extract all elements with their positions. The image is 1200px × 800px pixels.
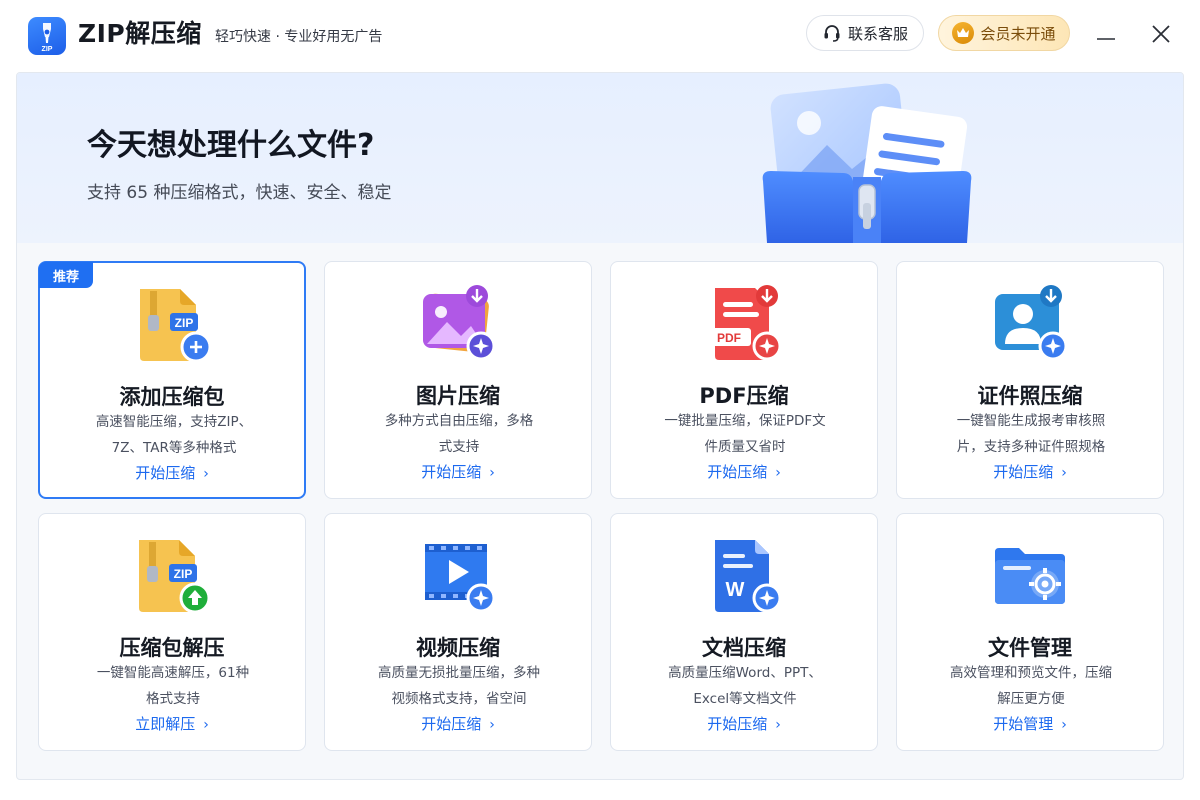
minimize-button[interactable] <box>1094 22 1118 46</box>
title-bar: ZIP ZIP解压缩 轻巧快速 · 专业好用无广告 联系客服 会员未开通 <box>0 0 1200 72</box>
card-title: 压缩包解压 <box>119 636 225 660</box>
welcome-banner: 今天想处理什么文件? 支持 65 种压缩格式，快速、安全、稳定 <box>17 73 1183 243</box>
card-description-line: 高速智能压缩，支持ZIP、 <box>95 414 253 430</box>
chevron-right-icon: › <box>775 717 781 733</box>
folder-settings-icon <box>995 548 1065 604</box>
card-id-photo-compress[interactable]: 证件照压缩 一键智能生成报考审核照 片，支持多种证件照规格 开始压缩 › <box>896 261 1164 499</box>
main-content: 今天想处理什么文件? 支持 65 种压缩格式，快速、安全、稳定 推荐 ZIP 添… <box>16 72 1184 780</box>
start-compress-link[interactable]: 开始压缩 › <box>611 713 877 736</box>
card-link-label: 开始压缩 <box>421 715 482 733</box>
close-button[interactable] <box>1149 22 1173 46</box>
close-icon <box>1152 25 1170 43</box>
word-label: W <box>726 579 745 601</box>
app-logo-icon: ZIP <box>28 17 66 55</box>
card-link-label: 开始压缩 <box>707 715 768 733</box>
card-description-line: 片，支持多种证件照规格 <box>956 439 1106 455</box>
chevron-right-icon: › <box>203 717 209 733</box>
word-compress-icon: W <box>715 540 782 613</box>
card-description-line: 一键智能生成报考审核照 <box>956 413 1106 429</box>
card-link-label: 开始压缩 <box>993 463 1054 481</box>
card-link-label: 开始压缩 <box>707 463 768 481</box>
feature-grid: 推荐 ZIP 添加压缩包 高速智能压缩，支持ZIP、 7Z、TAR等多种格式 开… <box>38 261 1164 751</box>
zip-label: ZIP <box>175 316 194 330</box>
card-link-label: 开始压缩 <box>421 463 482 481</box>
card-pdf-compress[interactable]: PDF PDF压缩 一键批量压缩，保证PDF文 件质量又省时 开始压缩 › <box>610 261 878 499</box>
chevron-right-icon: › <box>775 465 781 481</box>
id-photo-icon <box>995 285 1068 361</box>
card-description: 高速智能压缩，支持ZIP、 7Z、TAR等多种格式 <box>84 409 264 461</box>
card-add-archive[interactable]: 推荐 ZIP 添加压缩包 高速智能压缩，支持ZIP、 7Z、TAR等多种格式 开… <box>38 261 306 499</box>
card-file-manager[interactable]: 文件管理 高效管理和预览文件，压缩 解压更方便 开始管理 › <box>896 513 1164 751</box>
app-name: ZIP解压缩 <box>78 19 202 48</box>
chevron-right-icon: › <box>1061 465 1067 481</box>
card-document-compress[interactable]: W 文档压缩 高质量压缩Word、PPT、 Excel等文档文件 开始压缩 › <box>610 513 878 751</box>
pdf-compress-icon: PDF <box>707 285 782 361</box>
video-compress-icon <box>425 544 496 613</box>
vip-membership-button[interactable]: 会员未开通 <box>938 15 1070 51</box>
card-description-line: 格式支持 <box>146 691 200 707</box>
card-link-label: 开始管理 <box>993 715 1054 733</box>
contact-support-label: 联系客服 <box>847 24 908 43</box>
card-description: 一键智能高速解压，61种 格式支持 <box>83 660 263 712</box>
vip-status-label: 会员未开通 <box>980 24 1056 43</box>
card-title: 证件照压缩 <box>977 384 1083 408</box>
card-title: 图片压缩 <box>416 384 500 408</box>
app-slogan: 轻巧快速 · 专业好用无广告 <box>215 29 383 45</box>
chevron-right-icon: › <box>203 466 209 482</box>
chevron-right-icon: › <box>489 717 495 733</box>
image-compress-icon <box>423 285 496 361</box>
card-description-line: 解压更方便 <box>997 691 1065 707</box>
banner-subtitle: 支持 65 种压缩格式，快速、安全、稳定 <box>87 183 392 203</box>
app-logo-text: ZIP <box>42 46 53 53</box>
card-description-line: Excel等文档文件 <box>693 691 797 707</box>
card-description: 高质量压缩Word、PPT、 Excel等文档文件 <box>655 660 835 712</box>
card-description: 一键批量压缩，保证PDF文 件质量又省时 <box>655 408 835 460</box>
zip-extract-icon: ZIP <box>139 540 211 614</box>
card-link-label: 开始压缩 <box>135 464 196 482</box>
card-description: 多种方式自由压缩，多格 式支持 <box>369 408 549 460</box>
banner-title: 今天想处理什么文件? <box>87 128 375 163</box>
card-video-compress[interactable]: 视频压缩 高质量无损批量压缩，多种 视频格式支持，省空间 开始压缩 › <box>324 513 592 751</box>
card-description-line: 7Z、TAR等多种格式 <box>111 440 237 456</box>
chevron-right-icon: › <box>1061 717 1067 733</box>
crown-icon <box>952 22 975 44</box>
card-title: 文档压缩 <box>702 636 786 660</box>
card-title: PDF压缩 <box>699 384 789 408</box>
card-description-line: 一键批量压缩，保证PDF文 <box>664 413 826 429</box>
card-description-line: 件质量又省时 <box>704 439 786 455</box>
card-description-line: 高效管理和预览文件，压缩 <box>950 665 1112 681</box>
start-compress-link[interactable]: 开始压缩 › <box>611 461 877 484</box>
start-compress-link[interactable]: 开始压缩 › <box>897 461 1163 484</box>
start-compress-link[interactable]: 开始压缩 › <box>325 461 591 484</box>
card-title: 视频压缩 <box>416 636 500 660</box>
card-description-line: 视频格式支持，省空间 <box>391 691 527 707</box>
card-extract-archive[interactable]: ZIP 压缩包解压 一键智能高速解压，61种 格式支持 立即解压 › <box>38 513 306 751</box>
card-description-line: 式支持 <box>438 439 480 455</box>
chevron-right-icon: › <box>489 465 495 481</box>
zip-folder-illustration-icon <box>762 83 972 243</box>
card-description-line: 高质量压缩Word、PPT、 <box>668 665 822 681</box>
card-image-compress[interactable]: 图片压缩 多种方式自由压缩，多格 式支持 开始压缩 › <box>324 261 592 499</box>
start-compress-link[interactable]: 开始压缩 › <box>325 713 591 736</box>
zip-label: ZIP <box>174 567 193 581</box>
card-description: 高效管理和预览文件，压缩 解压更方便 <box>941 660 1121 712</box>
card-description: 一键智能生成报考审核照 片，支持多种证件照规格 <box>941 408 1121 460</box>
card-link-label: 立即解压 <box>135 715 196 733</box>
minimize-icon <box>1097 38 1115 40</box>
start-compress-link[interactable]: 开始压缩 › <box>40 462 304 485</box>
recommend-badge: 推荐 <box>39 262 93 288</box>
zip-add-icon: ZIP <box>140 289 212 363</box>
contact-support-button[interactable]: 联系客服 <box>806 15 924 51</box>
start-manage-link[interactable]: 开始管理 › <box>897 713 1163 736</box>
card-description: 高质量无损批量压缩，多种 视频格式支持，省空间 <box>369 660 549 712</box>
card-description-line: 多种方式自由压缩，多格 <box>384 413 534 429</box>
card-description-line: 高质量无损批量压缩，多种 <box>378 665 540 681</box>
card-description-line: 一键智能高速解压，61种 <box>96 665 250 681</box>
card-title: 文件管理 <box>988 636 1072 660</box>
card-title: 添加压缩包 <box>119 385 225 409</box>
extract-now-link[interactable]: 立即解压 › <box>39 713 305 736</box>
headset-icon <box>824 25 840 42</box>
pdf-label: PDF <box>717 331 741 345</box>
